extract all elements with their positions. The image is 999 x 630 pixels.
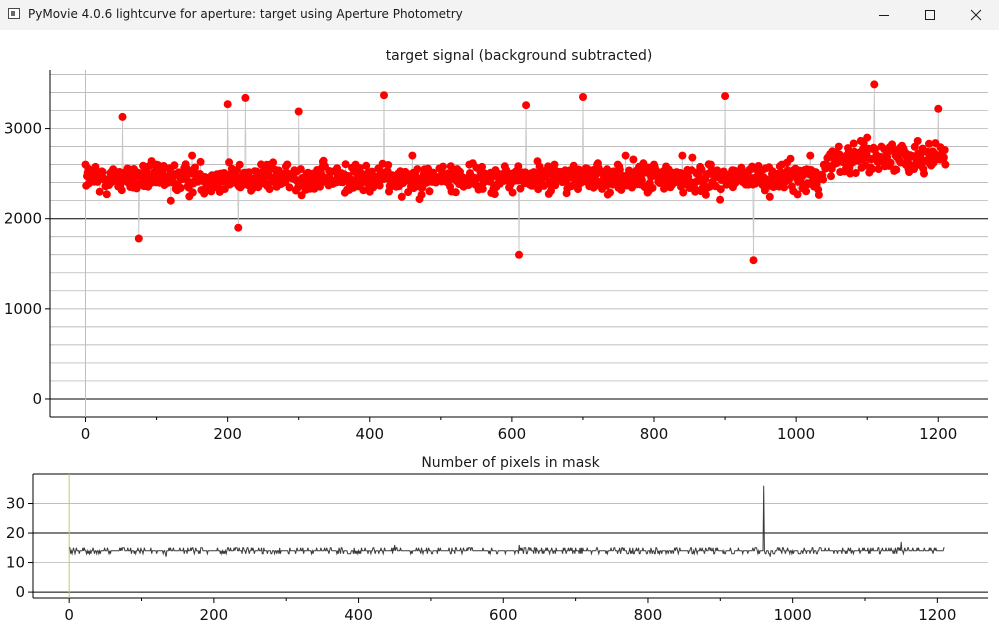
signal-plot[interactable]: target signal (background subtracted) 0 10… bbox=[0, 30, 999, 450]
window-titlebar: PyMovie 4.0.6 lightcurve for aperture: t… bbox=[0, 0, 999, 30]
x-tick-label: 600 bbox=[498, 425, 527, 443]
data-point bbox=[166, 196, 175, 205]
app-window-icon bbox=[8, 8, 20, 19]
data-point bbox=[223, 100, 232, 109]
chart-title: Number of pixels in mask bbox=[421, 455, 600, 471]
y-tick-label: 10 bbox=[6, 554, 25, 572]
close-icon bbox=[970, 9, 982, 21]
x-tick-label: 200 bbox=[213, 425, 242, 443]
data-point bbox=[515, 250, 523, 259]
data-point bbox=[870, 80, 879, 89]
y-tick-label: 3000 bbox=[4, 120, 42, 138]
data-point bbox=[629, 155, 638, 164]
y-tick-label: 2000 bbox=[4, 210, 42, 228]
data-point bbox=[188, 151, 197, 160]
x-tick-label: 800 bbox=[640, 425, 669, 443]
data-point bbox=[716, 195, 725, 204]
series-line bbox=[69, 485, 945, 557]
data-point bbox=[606, 188, 614, 197]
data-point bbox=[941, 160, 950, 169]
data-point bbox=[283, 160, 292, 169]
x-tick-label: 400 bbox=[355, 425, 384, 443]
minimize-button[interactable] bbox=[861, 0, 907, 30]
y-tick-label: 30 bbox=[6, 495, 25, 513]
x-tick-label: 1000 bbox=[777, 425, 815, 443]
data-point bbox=[439, 162, 447, 171]
data-point bbox=[678, 151, 687, 160]
y-tick-label: 0 bbox=[15, 583, 25, 601]
y-tick-label: 0 bbox=[32, 390, 42, 408]
data-point bbox=[413, 165, 422, 174]
data-point bbox=[849, 139, 858, 148]
data-point bbox=[765, 192, 774, 201]
data-point bbox=[490, 190, 499, 199]
window-title: PyMovie 4.0.6 lightcurve for aperture: t… bbox=[28, 7, 463, 21]
data-point bbox=[425, 187, 434, 196]
x-tick-label: 0 bbox=[81, 425, 91, 443]
data-point bbox=[579, 93, 587, 101]
data-point bbox=[892, 165, 901, 174]
data-point bbox=[863, 133, 872, 142]
chart-title: target signal (background subtracted) bbox=[386, 48, 653, 64]
close-button[interactable] bbox=[953, 0, 999, 30]
data-point bbox=[294, 107, 303, 116]
data-point bbox=[940, 146, 949, 154]
x-tick-label: 1000 bbox=[774, 606, 812, 624]
mask-pixels-plot[interactable]: Number of pixels in mask 0 10 20 30 0 200 400 60… bbox=[0, 450, 999, 630]
data-point bbox=[920, 169, 928, 178]
data-point bbox=[508, 188, 517, 197]
data-point bbox=[806, 151, 815, 160]
data-point bbox=[819, 175, 828, 184]
y-tick-label: 1000 bbox=[4, 300, 42, 318]
data-point bbox=[118, 112, 127, 121]
data-point bbox=[265, 185, 274, 194]
data-point bbox=[408, 151, 417, 160]
data-point bbox=[269, 158, 278, 167]
y-tick-label: 20 bbox=[6, 524, 25, 542]
data-point bbox=[814, 190, 823, 199]
data-point bbox=[701, 190, 710, 199]
x-tick-label: 600 bbox=[489, 606, 518, 624]
data-point bbox=[134, 234, 143, 243]
data-point bbox=[380, 91, 388, 100]
maximize-button[interactable] bbox=[907, 0, 953, 30]
data-point bbox=[802, 187, 811, 196]
data-point bbox=[688, 153, 697, 162]
data-point bbox=[170, 161, 179, 170]
data-point bbox=[241, 93, 250, 102]
data-point bbox=[886, 158, 895, 167]
data-point bbox=[522, 101, 531, 110]
x-tick-label: 0 bbox=[64, 606, 74, 624]
data-point bbox=[834, 142, 843, 151]
data-point bbox=[196, 157, 205, 166]
data-point bbox=[749, 256, 758, 265]
data-point bbox=[417, 190, 426, 199]
data-point bbox=[451, 188, 460, 197]
data-point bbox=[117, 186, 126, 195]
data-point bbox=[176, 184, 185, 192]
data-point bbox=[384, 161, 393, 169]
x-tick-label: 1200 bbox=[919, 425, 957, 443]
data-point bbox=[721, 92, 730, 101]
data-point bbox=[188, 188, 197, 197]
x-tick-label: 1200 bbox=[918, 606, 956, 624]
minimize-icon bbox=[879, 15, 889, 16]
data-point bbox=[648, 183, 657, 192]
data-point bbox=[621, 151, 630, 160]
data-point bbox=[939, 153, 948, 162]
x-tick-label: 200 bbox=[200, 606, 229, 624]
data-point bbox=[934, 104, 943, 113]
data-point bbox=[827, 172, 835, 181]
x-tick-label: 800 bbox=[634, 606, 663, 624]
data-point bbox=[102, 190, 111, 199]
data-point bbox=[235, 160, 244, 169]
x-tick-label: 400 bbox=[344, 606, 373, 624]
data-point bbox=[234, 223, 243, 232]
maximize-icon bbox=[925, 10, 935, 20]
data-point bbox=[786, 154, 795, 163]
data-point bbox=[913, 137, 922, 145]
